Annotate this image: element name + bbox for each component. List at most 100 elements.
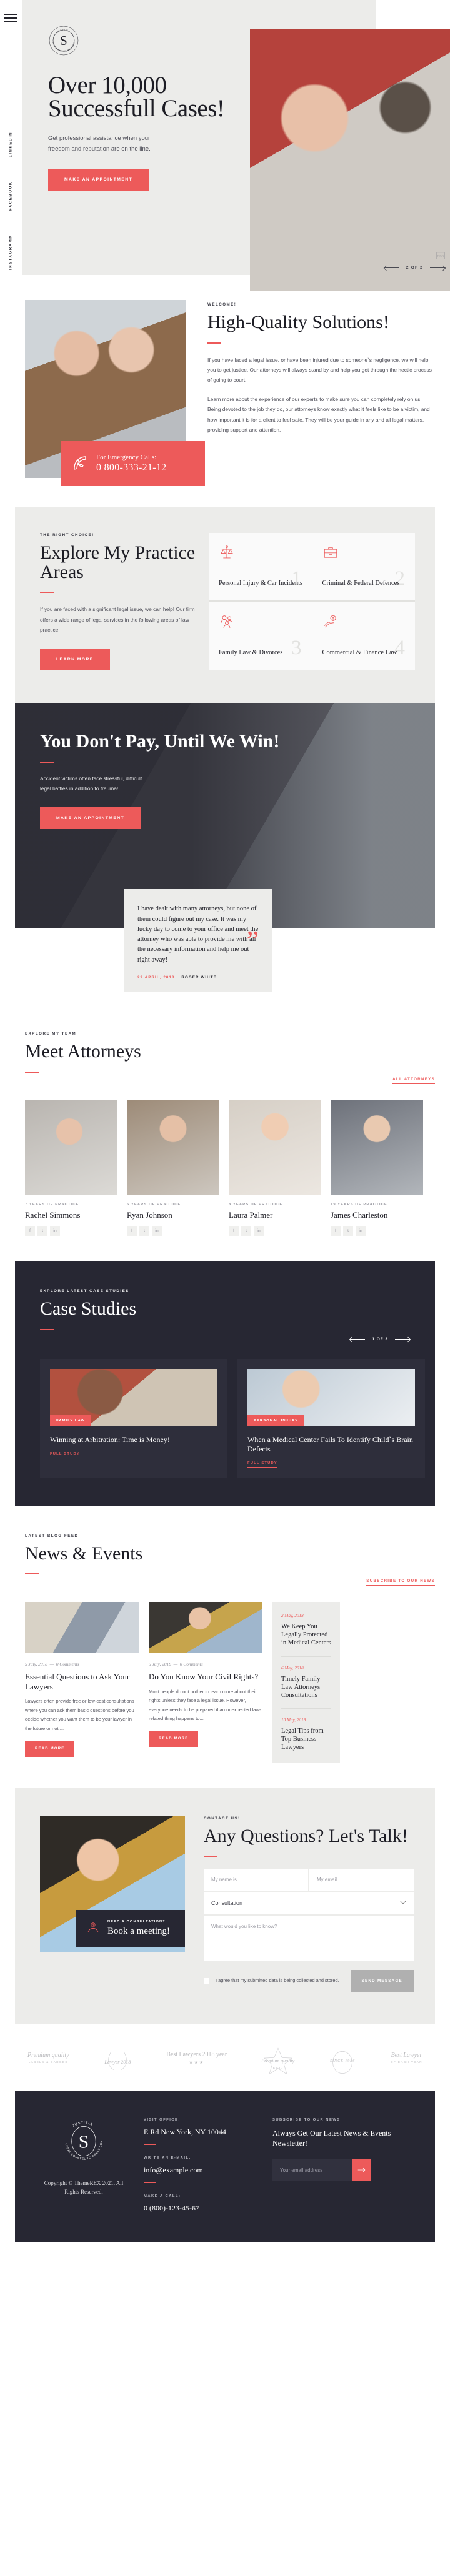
news-card[interactable]: 5 July, 2018 — 0 Comments Essential Ques…	[25, 1602, 139, 1758]
svg-text:JUSTITIA: JUSTITIA	[56, 29, 71, 34]
book-eyebrow: NEED A CONSULTATION?	[108, 1920, 166, 1924]
book-title: Book a meeting!	[108, 1926, 170, 1937]
newsletter-submit-button[interactable]	[352, 2159, 371, 2182]
attorney-years: 5 YEARS OF PRACTICE	[127, 1202, 181, 1206]
accent-divider	[144, 2181, 156, 2183]
all-attorneys-link[interactable]: ALL ATTORNEYS	[392, 1077, 435, 1084]
attorney-name: James Charleston	[331, 1210, 388, 1220]
facebook-icon[interactable]: f	[127, 1226, 137, 1236]
subject-select[interactable]: Consultation	[204, 1891, 414, 1914]
award-title: Premium quality	[28, 2052, 69, 2059]
news-sidebar-item[interactable]: 10 May, 2018 Legal Tips from Top Busines…	[281, 1708, 331, 1751]
practice-card[interactable]: 3 Family Law & Divorces	[209, 602, 312, 670]
consent-checkbox[interactable]	[204, 1977, 209, 1984]
award-badge: Best Lawyer OF EACH YEAR	[391, 2052, 422, 2064]
contact-title: Any Questions? Let's Talk!	[204, 1826, 408, 1847]
site-footer: S JUSTITIA LEGAL COUNSEL TO GREAT COMPAN…	[15, 2090, 435, 2242]
practice-card[interactable]: 4 Commercial & Finance Law	[312, 602, 415, 670]
attorney-years: 8 YEARS OF PRACTICE	[229, 1202, 283, 1206]
attorney-card[interactable]: 19 YEARS OF PRACTICE James Charleston ft…	[331, 1100, 423, 1236]
subject-select-value: Consultation	[211, 1899, 243, 1906]
emergency-call-card[interactable]: For Emergency Calls: 0 800-333-21-12	[61, 441, 205, 486]
footer-phone-value[interactable]: 0 (800)-123-45-67	[144, 2204, 256, 2213]
team-title: Meet Attorneys	[25, 1041, 141, 1062]
case-study-link[interactable]: FULL STUDY	[50, 1452, 80, 1458]
twitter-icon[interactable]: t	[343, 1226, 353, 1236]
chevron-down-icon	[400, 1900, 406, 1906]
name-input[interactable]	[204, 1868, 308, 1891]
news-card[interactable]: 5 July, 2018 — 0 Comments Do You Know Yo…	[149, 1602, 262, 1748]
attorney-card[interactable]: 7 YEARS OF PRACTICE Rachel Simmons f t in	[25, 1100, 118, 1236]
case-study-link[interactable]: FULL STUDY	[248, 1461, 278, 1468]
email-input[interactable]	[309, 1868, 414, 1891]
footer-office-value: E Rd New York, NY 10044	[144, 2127, 226, 2136]
consultation-icon	[86, 1920, 100, 1937]
message-textarea[interactable]	[204, 1915, 414, 1961]
social-link-linkedin[interactable]: LINKEDIN	[9, 132, 13, 157]
menu-toggle-icon[interactable]	[4, 14, 18, 25]
social-link-instagram[interactable]: INSTAGRAMM	[9, 234, 13, 270]
twitter-icon[interactable]: t	[241, 1226, 251, 1236]
award-title: Best Lawyer	[391, 2052, 422, 2059]
news-read-more-button[interactable]: READ MORE	[149, 1731, 199, 1748]
linkedin-icon[interactable]: in	[254, 1226, 264, 1236]
accent-divider	[25, 1071, 39, 1073]
practice-learn-more-button[interactable]: LEARN MORE	[40, 649, 110, 671]
news-read-more-button[interactable]: READ MORE	[25, 1741, 75, 1758]
facebook-icon[interactable]: f	[229, 1226, 239, 1236]
svg-text:BBB: BBB	[438, 255, 444, 259]
accent-divider	[144, 2143, 156, 2145]
hero-cta-button[interactable]: MAKE AN APPOINTMENT	[48, 169, 149, 191]
subscribe-link[interactable]: SUBSCRIBE TO OUR NEWS	[366, 1579, 435, 1586]
footer-email-value[interactable]: info@example.com	[144, 2166, 256, 2175]
dont-pay-cta-button[interactable]: MAKE AN APPOINTMENT	[40, 807, 141, 830]
practice-areas-section: THE RIGHT CHOICE! Explore My Practice Ar…	[15, 507, 435, 704]
footer-logo-icon[interactable]: S JUSTITIA LEGAL COUNSEL TO GREAT COMPAN…	[40, 2116, 128, 2167]
attorney-card[interactable]: 5 YEARS OF PRACTICE Ryan Johnson f t in	[127, 1100, 219, 1236]
news-sidebar-item[interactable]: 6 May, 2018 Timely Family Law Attorneys …	[281, 1656, 331, 1699]
news-sidebar-date: 10 May, 2018	[281, 1717, 306, 1723]
award-title: SINCE 1986	[330, 2059, 356, 2064]
twitter-icon[interactable]: t	[38, 1226, 48, 1236]
cases-title: Case Studies	[40, 1298, 137, 1319]
attorney-photo	[331, 1100, 423, 1195]
linkedin-icon[interactable]: in	[356, 1226, 366, 1236]
slider-next-icon[interactable]	[395, 1338, 410, 1340]
attorney-years: 19 YEARS OF PRACTICE	[331, 1202, 388, 1206]
case-study-card[interactable]: PERSONAL INJURY When a Medical Center Fa…	[238, 1358, 425, 1478]
team-section: EXPLORE MY TEAM Meet Attorneys ALL ATTOR…	[0, 1003, 450, 1261]
footer-email-label: WRITE AN E-MAIL:	[144, 2156, 191, 2160]
award-badge: Premium quality LABELS & BADGES	[28, 2052, 69, 2064]
practice-card[interactable]: 1 Personal Injury & Car Incidents	[209, 533, 312, 600]
facebook-icon[interactable]: f	[25, 1226, 35, 1236]
accent-divider	[25, 1573, 39, 1575]
attorney-card[interactable]: 8 YEARS OF PRACTICE Laura Palmer f t in	[229, 1100, 321, 1236]
slider-prev-icon[interactable]	[384, 267, 399, 268]
news-sidebar-item[interactable]: 2 May, 2018 We Keep You Legally Protecte…	[281, 1613, 331, 1647]
welcome-paragraph-2: Learn more about the experience of our e…	[208, 395, 430, 433]
twitter-icon[interactable]: t	[139, 1226, 149, 1236]
book-meeting-card[interactable]: NEED A CONSULTATION? Book a meeting!	[76, 1910, 185, 1947]
facebook-icon[interactable]: f	[331, 1226, 341, 1236]
svg-text:JUSTITIA: JUSTITIA	[72, 2121, 93, 2127]
logo-icon[interactable]: S JUSTITIA LEGAL COUNSEL TO GREAT COMPAN…	[48, 23, 79, 56]
slider-prev-icon[interactable]	[350, 1338, 366, 1340]
send-message-button[interactable]: SEND MESSAGE	[350, 1969, 414, 1992]
contact-section: NEED A CONSULTATION? Book a meeting! CON…	[15, 1788, 435, 2024]
attorney-photo	[229, 1100, 321, 1195]
cases-eyebrow: EXPLORE LATEST CASE STUDIES	[40, 1288, 129, 1293]
practice-title: Explore My Practice Areas	[40, 542, 196, 582]
attorney-name: Rachel Simmons	[25, 1210, 81, 1220]
case-study-card[interactable]: FAMILY LAW Winning at Arbitration: Time …	[40, 1358, 228, 1478]
social-link-facebook[interactable]: FACEBOOK	[9, 181, 13, 211]
linkedin-icon[interactable]: in	[152, 1226, 162, 1236]
awards-strip: Premium quality LABELS & BADGES Lawyer 2…	[0, 2024, 450, 2091]
case-study-title: Winning at Arbitration: Time is Money!	[50, 1435, 170, 1444]
news-excerpt: Most people do not bother to learn more …	[149, 1688, 261, 1721]
newsletter-email-input[interactable]	[272, 2159, 352, 2182]
slider-next-icon[interactable]	[430, 267, 445, 268]
practice-card[interactable]: 2 Criminal & Federal Defences	[312, 533, 415, 600]
linkedin-icon[interactable]: in	[50, 1226, 60, 1236]
emergency-phone[interactable]: 0 800-333-21-12	[96, 462, 166, 474]
family-icon	[219, 615, 235, 632]
